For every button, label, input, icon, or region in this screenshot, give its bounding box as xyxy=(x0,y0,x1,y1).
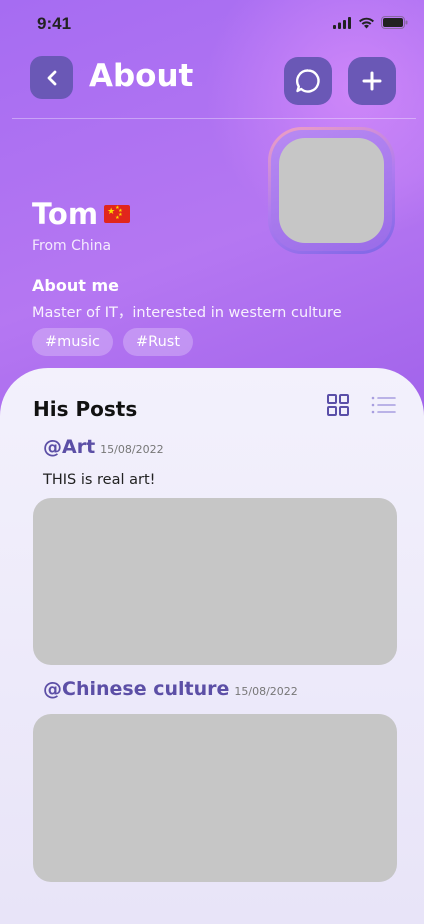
list-icon[interactable] xyxy=(370,393,396,417)
profile-name-row: Tom ★ ★ ★ ★ ★ xyxy=(32,197,131,231)
post-author-name[interactable]: @Art xyxy=(43,436,95,458)
posts-sheet: His Posts @Art 15/08/2022 THIS is real ar… xyxy=(0,368,424,924)
status-bar: 9:41 xyxy=(0,0,424,50)
tag-list: #music #Rust xyxy=(32,328,194,356)
post-image[interactable] xyxy=(33,714,397,882)
profile-origin: From China xyxy=(32,238,112,254)
post-date: 15/08/2022 xyxy=(100,443,164,456)
add-button[interactable] xyxy=(348,57,396,105)
post-date: 15/08/2022 xyxy=(234,685,298,698)
status-icons xyxy=(333,16,408,29)
page-title: About xyxy=(89,58,194,94)
profile-name: Tom xyxy=(32,197,99,231)
posts-title: His Posts xyxy=(33,397,138,421)
tag-music[interactable]: #music xyxy=(32,328,114,356)
plus-icon xyxy=(362,71,382,91)
about-screen: 9:41 About Tom ★ ★ ★ ★ ★ From China Abou… xyxy=(0,0,424,924)
back-button[interactable] xyxy=(30,56,73,99)
post-caption: THIS is real art! xyxy=(43,472,156,488)
wifi-icon xyxy=(359,17,374,28)
post-author[interactable]: @Art 15/08/2022 xyxy=(43,436,164,458)
about-heading: About me xyxy=(32,276,119,295)
chat-icon xyxy=(296,69,320,93)
about-text: Master of IT，interested in western cultu… xyxy=(32,305,342,321)
post-author[interactable]: @Chinese culture 15/08/2022 xyxy=(43,678,298,700)
post-author-name[interactable]: @Chinese culture xyxy=(43,678,229,700)
header-divider xyxy=(12,118,416,119)
chat-button[interactable] xyxy=(284,57,332,105)
signal-icon xyxy=(333,16,351,29)
battery-icon xyxy=(381,16,408,29)
avatar-frame-inner xyxy=(271,130,392,251)
china-flag-icon: ★ ★ ★ ★ ★ xyxy=(104,205,131,223)
back-icon xyxy=(47,70,56,85)
avatar-frame xyxy=(268,127,395,254)
tag-rust[interactable]: #Rust xyxy=(123,328,194,356)
post-image[interactable] xyxy=(33,498,397,665)
avatar[interactable] xyxy=(279,138,384,243)
status-time: 9:41 xyxy=(37,14,72,33)
grid-icon[interactable] xyxy=(326,393,350,417)
